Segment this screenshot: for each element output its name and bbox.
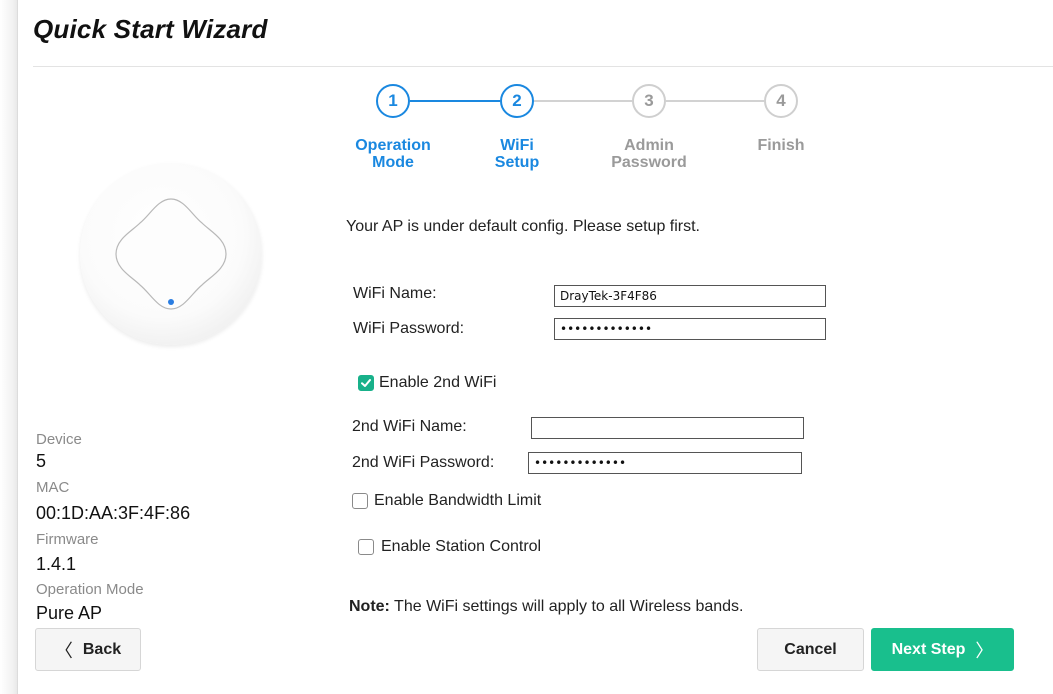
mac-label: MAC [36, 479, 70, 496]
chevron-left-icon: 〈 [54, 640, 73, 661]
note-prefix: Note: [349, 598, 390, 615]
step-3-label: Admin Password [599, 137, 699, 171]
wifi-name-input[interactable] [554, 285, 826, 307]
step-connector-1-2 [410, 100, 500, 102]
left-edge-shadow [0, 0, 18, 694]
back-button-label: Back [82, 640, 122, 658]
step-2-number: 2 [512, 91, 522, 110]
step-2-label-line2: Setup [494, 154, 540, 171]
step-1-number: 1 [388, 91, 398, 110]
next-step-button[interactable]: Next Step 〉 [871, 628, 1014, 671]
setup-intro-text: Your AP is under default config. Please … [346, 218, 700, 235]
step-4-label: Finish [731, 137, 831, 154]
device-label: Device [36, 431, 82, 448]
access-point-device-icon [80, 163, 262, 345]
operation-mode-label: Operation Mode [36, 581, 144, 598]
step-1-label: Operation Mode [343, 137, 443, 171]
bandwidth-limit-checkbox[interactable] [352, 493, 368, 509]
wifi-password-label: WiFi Password: [353, 320, 465, 337]
station-control-checkbox[interactable] [358, 539, 374, 555]
next-step-button-label: Next Step [891, 640, 966, 658]
step-3-circle: 3 [632, 84, 666, 118]
operation-mode-value: Pure AP [36, 603, 103, 623]
device-value: 5 [36, 451, 47, 471]
note-text: The WiFi settings will apply to all Wire… [389, 598, 744, 615]
step-connector-2-3 [534, 100, 632, 102]
wifi2-name-label: 2nd WiFi Name: [352, 418, 467, 435]
step-4-circle: 4 [764, 84, 798, 118]
wifi-name-label: WiFi Name: [353, 285, 437, 302]
wifi2-name-input[interactable] [531, 417, 804, 439]
step-2-label: WiFi Setup [467, 137, 567, 171]
checkmark-icon [361, 379, 371, 387]
step-2-circle: 2 [500, 84, 534, 118]
left-edge-divider [17, 0, 18, 694]
enable-2nd-wifi-label[interactable]: Enable 2nd WiFi [379, 374, 496, 392]
step-1-label-line1: Operation [355, 137, 431, 154]
bandwidth-limit-label[interactable]: Enable Bandwidth Limit [374, 492, 541, 510]
wifi2-password-label: 2nd WiFi Password: [352, 454, 495, 471]
mac-value: 00:1D:AA:3F:4F:86 [36, 503, 191, 523]
step-3-label-line1: Admin [624, 137, 674, 154]
step-3-number: 3 [644, 91, 654, 110]
enable-2nd-wifi-checkbox[interactable] [358, 375, 374, 391]
cancel-button-label: Cancel [784, 640, 837, 658]
step-connector-3-4 [666, 100, 764, 102]
step-3-label-line2: Password [611, 154, 687, 171]
wifi-note: Note: The WiFi settings will apply to al… [349, 598, 744, 616]
step-4-label-line1: Finish [757, 137, 805, 154]
step-2-label-line1: WiFi [500, 137, 534, 154]
chevron-right-icon: 〉 [975, 640, 994, 661]
step-4-number: 4 [776, 91, 786, 110]
wifi2-password-input[interactable] [528, 452, 802, 474]
station-control-label[interactable]: Enable Station Control [381, 538, 541, 556]
step-1-label-line2: Mode [372, 154, 414, 171]
step-1-circle: 1 [376, 84, 410, 118]
page-title: Quick Start Wizard [33, 14, 268, 44]
wifi-password-input[interactable] [554, 318, 826, 340]
back-button[interactable]: 〈 Back [35, 628, 141, 671]
cancel-button[interactable]: Cancel [757, 628, 864, 671]
firmware-value: 1.4.1 [36, 554, 77, 574]
quick-start-wizard-page: Quick Start Wizard 1 2 3 4 Operation Mod… [0, 0, 1053, 694]
firmware-label: Firmware [36, 531, 99, 548]
title-divider [33, 66, 1053, 67]
